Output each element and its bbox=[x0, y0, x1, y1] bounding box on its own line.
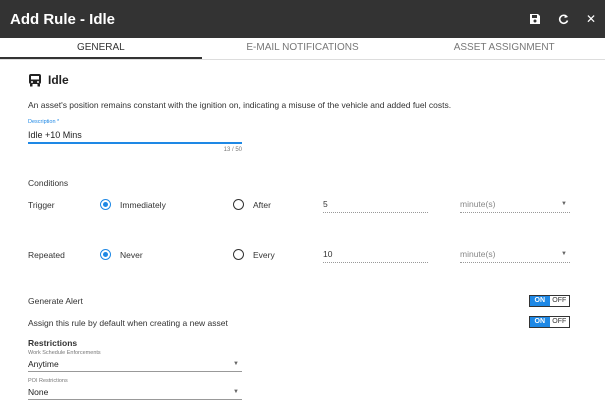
window-title: Add Rule - Idle bbox=[10, 10, 115, 28]
refresh-button[interactable] bbox=[549, 0, 577, 38]
radio-label: After bbox=[253, 199, 271, 210]
title-bar: Add Rule - Idle ✕ bbox=[0, 0, 605, 38]
character-counter: 13 / 50 bbox=[223, 147, 242, 153]
repeated-every-radio[interactable]: Every bbox=[233, 249, 275, 260]
radio-unselected-icon bbox=[233, 249, 244, 260]
description-input[interactable] bbox=[28, 128, 242, 144]
select-value: minute(s) bbox=[460, 249, 496, 259]
repeated-unit-select[interactable]: minute(s) ▼ bbox=[460, 247, 570, 263]
tab-bar: GENERAL E-MAIL NOTIFICATIONS ASSET ASSIG… bbox=[0, 38, 605, 60]
generate-alert-label: Generate Alert bbox=[28, 296, 83, 306]
dropdown-arrow-icon: ▼ bbox=[233, 389, 239, 395]
assign-default-label: Assign this rule by default when creatin… bbox=[28, 318, 228, 328]
repeated-never-radio[interactable]: Never bbox=[100, 249, 143, 260]
rule-name: Idle bbox=[48, 73, 69, 87]
save-icon bbox=[530, 14, 540, 24]
rule-description: An asset's position remains constant wit… bbox=[28, 100, 452, 110]
restrictions-title: Restrictions bbox=[28, 338, 78, 348]
dropdown-arrow-icon: ▼ bbox=[233, 361, 239, 367]
rule-header: Idle bbox=[28, 73, 69, 87]
save-button[interactable] bbox=[521, 0, 549, 38]
work-schedule-select[interactable]: Anytime ▼ bbox=[28, 358, 242, 372]
work-schedule-label: Work Schedule Enforcements bbox=[28, 350, 101, 356]
repeated-amount-input[interactable]: 10 bbox=[323, 247, 428, 263]
toggle-off: OFF bbox=[549, 296, 569, 306]
conditions-title: Conditions bbox=[28, 178, 69, 188]
toggle-off: OFF bbox=[549, 317, 569, 327]
radio-label: Immediately bbox=[120, 199, 166, 210]
tab-email-notifications[interactable]: E-MAIL NOTIFICATIONS bbox=[202, 38, 404, 59]
description-label: Description * bbox=[28, 119, 60, 125]
assign-default-toggle[interactable]: ON OFF bbox=[529, 316, 570, 328]
close-icon: ✕ bbox=[585, 12, 597, 26]
radio-selected-icon bbox=[100, 199, 111, 210]
general-panel: Idle An asset's position remains constan… bbox=[0, 60, 605, 406]
trigger-amount-input[interactable]: 5 bbox=[323, 197, 428, 213]
toggle-on: ON bbox=[530, 317, 550, 327]
repeated-label: Repeated bbox=[28, 250, 65, 260]
toggle-on: ON bbox=[530, 296, 550, 306]
select-value: Anytime bbox=[28, 359, 59, 369]
trigger-label: Trigger bbox=[28, 200, 55, 210]
radio-label: Never bbox=[120, 249, 143, 260]
close-button[interactable]: ✕ bbox=[577, 0, 605, 38]
trigger-unit-select[interactable]: minute(s) ▼ bbox=[460, 197, 570, 213]
generate-alert-toggle[interactable]: ON OFF bbox=[529, 295, 570, 307]
select-value: minute(s) bbox=[460, 199, 496, 209]
poi-restrictions-select[interactable]: None ▼ bbox=[28, 386, 242, 400]
radio-selected-icon bbox=[100, 249, 111, 260]
trigger-after-radio[interactable]: After bbox=[233, 199, 271, 210]
dropdown-arrow-icon: ▼ bbox=[561, 201, 567, 207]
tab-general[interactable]: GENERAL bbox=[0, 38, 202, 59]
select-value: None bbox=[28, 387, 49, 397]
bus-icon bbox=[29, 74, 41, 87]
poi-restrictions-label: POI Restrictions bbox=[28, 378, 68, 384]
tab-asset-assignment[interactable]: ASSET ASSIGNMENT bbox=[403, 38, 605, 59]
dropdown-arrow-icon: ▼ bbox=[561, 251, 567, 257]
trigger-immediately-radio[interactable]: Immediately bbox=[100, 199, 166, 210]
radio-unselected-icon bbox=[233, 199, 244, 210]
radio-label: Every bbox=[253, 249, 275, 260]
refresh-icon bbox=[558, 14, 568, 24]
